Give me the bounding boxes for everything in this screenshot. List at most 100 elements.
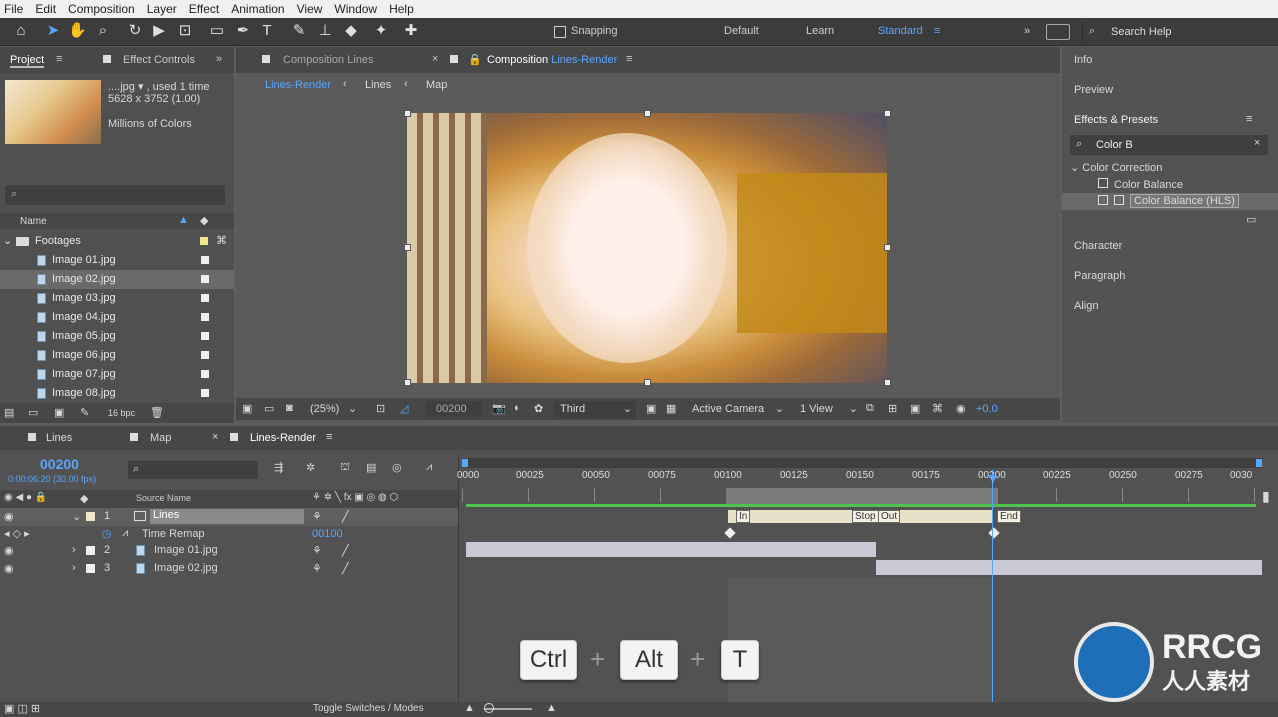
workspace-menu-icon[interactable]: ≡ bbox=[934, 25, 940, 37]
project-menu-icon[interactable]: ≡ bbox=[56, 53, 62, 65]
effects-presets-tab[interactable]: Effects & Presets bbox=[1074, 114, 1158, 126]
info-panel-tab[interactable]: Info bbox=[1074, 54, 1092, 66]
flowchart-icon[interactable]: ⌘ bbox=[216, 232, 227, 251]
expand-arrow-icon[interactable]: › bbox=[72, 544, 76, 556]
mask-icon[interactable]: ◙ bbox=[286, 402, 293, 414]
layer-row[interactable]: ◉ ⌄ 1 Lines ⚘ ╱ bbox=[0, 508, 458, 526]
overflow-chevron-icon[interactable]: » bbox=[1024, 25, 1030, 37]
breadcrumb-map[interactable]: Map bbox=[426, 79, 447, 91]
comp-button-icon[interactable]: ▮ bbox=[1262, 488, 1270, 505]
project-item-row[interactable]: Image 07.jpg bbox=[0, 365, 234, 384]
draft-3d-icon[interactable]: ✲ bbox=[306, 461, 315, 474]
transform-handle[interactable] bbox=[644, 379, 651, 386]
zoom-out-icon[interactable]: ▲ bbox=[464, 702, 475, 714]
eye-icon[interactable]: ◉ bbox=[4, 510, 14, 523]
menu-view[interactable]: View bbox=[297, 2, 323, 16]
source-name-header[interactable]: Source Name bbox=[136, 493, 191, 503]
puppet-tool-icon[interactable]: ✚ bbox=[402, 22, 420, 40]
composition-viewer-image[interactable] bbox=[407, 113, 887, 383]
keyframe-diamond[interactable] bbox=[988, 527, 1000, 539]
project-item-row[interactable]: Image 03.jpg bbox=[0, 289, 234, 308]
paragraph-panel-tab[interactable]: Paragraph bbox=[1074, 270, 1125, 282]
new-folder-icon[interactable]: ▭ bbox=[28, 406, 38, 419]
monitor-icon[interactable]: ▭ bbox=[264, 402, 274, 415]
clone-stamp-icon[interactable]: ⊥ bbox=[316, 22, 334, 40]
pan-behind-icon[interactable]: ⊡ bbox=[176, 22, 194, 40]
workspace-sync-icon[interactable] bbox=[1046, 24, 1070, 40]
name-column-header[interactable]: Name bbox=[20, 216, 47, 227]
new-comp-icon[interactable]: ▣ bbox=[54, 406, 64, 419]
keyframe-nav-icon[interactable]: ◂ ◇ ▸ bbox=[4, 527, 30, 540]
quality-switch-icon[interactable]: ╱ bbox=[342, 562, 349, 575]
marker-in[interactable]: In bbox=[736, 510, 751, 523]
project-item-row-selected[interactable]: Image 02.jpg bbox=[0, 270, 234, 289]
transform-handle[interactable] bbox=[884, 244, 891, 251]
interpret-footage-icon[interactable]: ▤ bbox=[4, 406, 14, 419]
project-item-row[interactable]: Image 06.jpg bbox=[0, 346, 234, 365]
workspace-standard[interactable]: Standard bbox=[878, 25, 923, 37]
transform-handle[interactable] bbox=[884, 110, 891, 117]
chevron-down-icon[interactable]: ⌄ bbox=[348, 402, 357, 415]
label-swatch[interactable] bbox=[201, 351, 209, 359]
playhead-line[interactable] bbox=[992, 470, 993, 702]
sort-asc-icon[interactable]: ▲ bbox=[178, 214, 189, 226]
layer-name[interactable]: Image 02.jpg bbox=[154, 562, 218, 574]
shy-switch-icon[interactable]: ⚘ bbox=[312, 544, 322, 557]
work-area-bar[interactable] bbox=[462, 458, 1262, 468]
graph-toggle-icon[interactable]: ⩘ bbox=[122, 527, 128, 540]
effect-color-balance-hls-row[interactable]: Color Balance (HLS) bbox=[1062, 193, 1278, 210]
stopwatch-icon[interactable]: ◷ bbox=[102, 527, 112, 540]
toggle-view-icon[interactable]: ⧉ bbox=[866, 402, 874, 415]
transparency-grid-icon[interactable]: ▦ bbox=[666, 402, 676, 415]
close-icon[interactable]: × bbox=[432, 53, 438, 65]
folder-row-footages[interactable]: ⌄ Footages ⌘ bbox=[0, 232, 234, 251]
expand-arrow-icon[interactable]: › bbox=[72, 562, 76, 574]
tab-composition-lines[interactable]: Composition Lines bbox=[283, 54, 374, 66]
home-icon[interactable]: ⌂ bbox=[12, 22, 30, 40]
transform-handle[interactable] bbox=[884, 379, 891, 386]
timeline-icon[interactable]: ▣ bbox=[910, 402, 920, 415]
toggle-switches-modes[interactable]: Toggle Switches / Modes bbox=[313, 703, 424, 714]
menu-effect[interactable]: Effect bbox=[189, 2, 219, 16]
label-swatch[interactable] bbox=[201, 313, 209, 321]
region-icon[interactable]: ◿ bbox=[400, 402, 408, 415]
marker-stop[interactable]: Stop bbox=[852, 510, 879, 523]
clear-search-icon[interactable]: × bbox=[1254, 137, 1260, 149]
timecode-field[interactable]: 00200 bbox=[426, 401, 482, 417]
expand-arrow-icon[interactable]: ⌄ bbox=[3, 232, 12, 251]
rotate-tool-icon[interactable]: ↻ bbox=[126, 22, 144, 40]
flowchart-icon[interactable]: ⌘ bbox=[932, 402, 943, 415]
timeline-tab-map[interactable]: Map bbox=[150, 432, 171, 444]
label-swatch[interactable] bbox=[86, 564, 95, 573]
show-snapshot-icon[interactable]: ◐ bbox=[514, 402, 521, 414]
character-panel-tab[interactable]: Character bbox=[1074, 240, 1122, 252]
roi-icon[interactable]: ▣ bbox=[646, 402, 656, 415]
label-swatch[interactable] bbox=[201, 332, 209, 340]
new-preset-icon[interactable]: ▭ bbox=[1246, 213, 1256, 226]
quality-switch-icon[interactable]: ╱ bbox=[342, 510, 349, 523]
menu-edit[interactable]: Edit bbox=[35, 2, 56, 16]
snapshot-icon[interactable]: 📷 bbox=[492, 402, 506, 415]
marker-end[interactable]: End bbox=[997, 510, 1021, 523]
time-remap-row[interactable]: ◂ ◇ ▸ ◷ ⩘ Time Remap 00100 bbox=[0, 526, 458, 542]
adjust-icon[interactable]: ✎ bbox=[80, 406, 89, 419]
label-color-swatch[interactable] bbox=[200, 237, 208, 245]
project-item-row[interactable]: Image 01.jpg bbox=[0, 251, 234, 270]
effects-search-input[interactable]: ⌕ Color B × bbox=[1070, 135, 1268, 155]
time-ruler[interactable]: 0000 00025 00050 00075 00100 00125 00150… bbox=[457, 470, 1262, 486]
menu-help[interactable]: Help bbox=[389, 2, 414, 16]
rectangle-tool-icon[interactable]: ▭ bbox=[208, 22, 226, 40]
camera-tool-icon[interactable]: ▶ bbox=[150, 22, 168, 40]
timeline-menu-icon[interactable]: ≡ bbox=[326, 431, 332, 443]
timeline-search-input[interactable]: ⌕ bbox=[128, 461, 258, 479]
layer-row[interactable]: ◉ › 3 Image 02.jpg ⚘ ╱ bbox=[0, 560, 458, 578]
menu-window[interactable]: Window bbox=[334, 2, 377, 16]
transform-handle[interactable] bbox=[644, 110, 651, 117]
color-channel-icon[interactable]: ✿ bbox=[534, 402, 543, 415]
project-item-row[interactable]: Image 05.jpg bbox=[0, 327, 234, 346]
layer-name[interactable]: Image 01.jpg bbox=[154, 544, 218, 556]
eye-icon[interactable]: ◉ bbox=[4, 562, 14, 575]
keyframe-diamond[interactable] bbox=[724, 527, 736, 539]
resolution-dropdown[interactable]: Third ⌄ bbox=[554, 401, 636, 418]
workspace-learn[interactable]: Learn bbox=[806, 25, 834, 37]
